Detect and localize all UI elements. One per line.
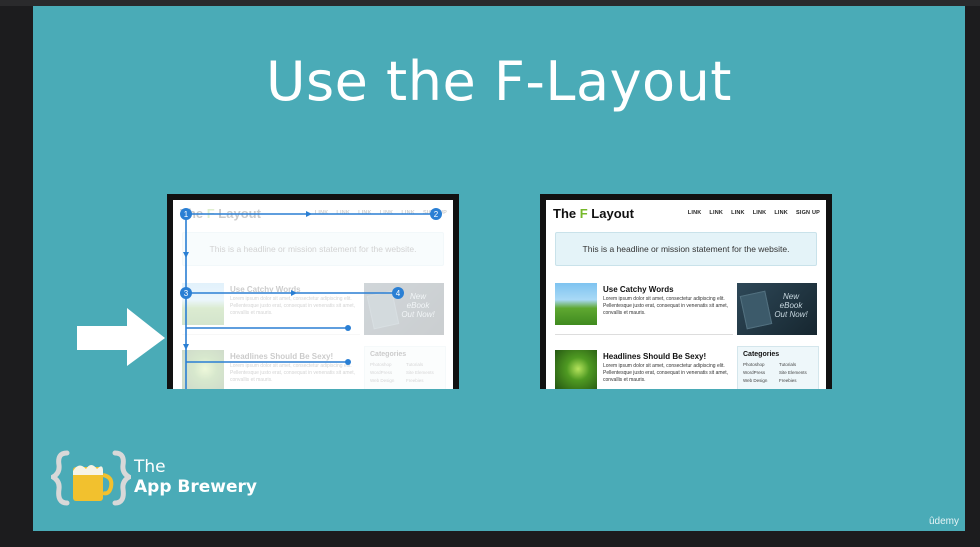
svg-text:2: 2 [434,210,439,219]
slide: Use the F-Layout The F Layout LINK LINK … [33,6,965,531]
article-body: Lorem ipsum dolor sit amet, consectetur … [603,363,729,383]
app-brewery-logo-icon [51,450,131,506]
nav-link: LINK [752,210,767,216]
mockup-banner: This is a headline or mission statement … [555,232,817,266]
article-title: Use Catchy Words [603,285,674,294]
path-marker-4: 4 [392,287,404,299]
nav-link: LINK [731,210,745,216]
clean-layout-screenshot: The F Layout LINK LINK LINK LINK LINK SI… [540,194,832,389]
mockup-page: The F Layout LINK LINK LINK LINK LINK SI… [546,200,826,389]
article-body: Lorem ipsum dolor sit amet, consectetur … [603,296,729,316]
mockup-nav: LINK LINK LINK LINK LINK SIGN UP [688,210,820,216]
svg-text:1: 1 [184,210,189,219]
nav-link: LINK [774,210,788,216]
eye-tracking-path: 1 2 3 4 [180,208,442,389]
path-marker-3: 3 [180,287,192,299]
svg-text:3: 3 [184,289,189,298]
video-bottom-bar [0,531,980,547]
article-divider [555,334,733,335]
brand-name-line2: App Brewery [134,477,257,497]
brand-name-line1: The [134,457,166,477]
article-title: Headlines Should Be Sexy! [603,352,707,361]
slide-title: Use the F-Layout [266,50,732,113]
f-pattern-screenshot: The F Layout LINK LINK LINK LINK LINK SI… [167,194,459,389]
article-thumbnail [555,283,597,325]
path-marker-2: 2 [430,208,442,220]
mockup-logo: The F Layout [553,206,634,221]
udemy-watermark: ûdemy [928,516,959,527]
ebook-ad: New eBook Out Now! [737,283,817,335]
right-arrow-icon [77,308,165,366]
article-thumbnail [555,350,597,389]
nav-link: LINK [709,210,724,216]
nav-link: LINK [687,210,702,216]
svg-text:4: 4 [396,289,401,298]
nav-signup: SIGN UP [795,210,820,216]
mockup-page-faded: The F Layout LINK LINK LINK LINK LINK SI… [173,200,453,389]
path-marker-1: 1 [180,208,192,220]
categories-box: Categories Photoshop Tutorials WordPress S… [737,346,819,389]
